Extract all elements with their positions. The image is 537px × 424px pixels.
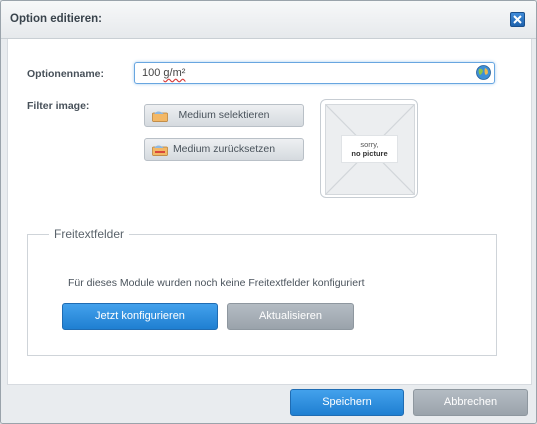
freitext-legend: Freitextfelder (49, 227, 130, 241)
filter-image-label: Filter image: (27, 100, 90, 112)
refresh-button[interactable]: Aktualisieren (227, 303, 354, 330)
close-icon (513, 15, 522, 24)
no-picture-badge: sorry, no picture (341, 135, 398, 163)
option-name-value: 100 (142, 67, 164, 79)
configure-button[interactable]: Jetzt konfigurieren (62, 303, 218, 330)
select-media-label: Medium selektieren (178, 109, 270, 121)
reset-media-button[interactable]: Medium zurücksetzen (144, 138, 304, 161)
reset-media-label: Medium zurücksetzen (172, 143, 276, 155)
option-name-label: Optionenname: (27, 68, 105, 80)
option-edit-dialog: Option editieren: Optionenname: 100 g/m²… (0, 0, 537, 424)
no-picture-line1: sorry, (360, 140, 379, 149)
option-name-input[interactable]: 100 g/m² (134, 62, 495, 84)
media-reset-icon (152, 145, 168, 156)
dialog-title: Option editieren: (10, 13, 102, 25)
no-picture-line2: no picture (351, 149, 388, 158)
dialog-titlebar[interactable]: Option editieren: (1, 1, 536, 39)
globe-icon[interactable] (476, 65, 491, 80)
select-media-button[interactable]: Medium selektieren (144, 104, 304, 127)
freitext-message: Für dieses Module wurden noch keine Frei… (68, 277, 365, 289)
cancel-button[interactable]: Abbrechen (413, 389, 528, 416)
freitext-fieldset (27, 234, 497, 356)
option-name-unit: g/m² (163, 67, 186, 79)
save-button[interactable]: Speichern (290, 389, 404, 416)
close-button[interactable] (510, 12, 525, 27)
media-select-icon (152, 111, 168, 122)
